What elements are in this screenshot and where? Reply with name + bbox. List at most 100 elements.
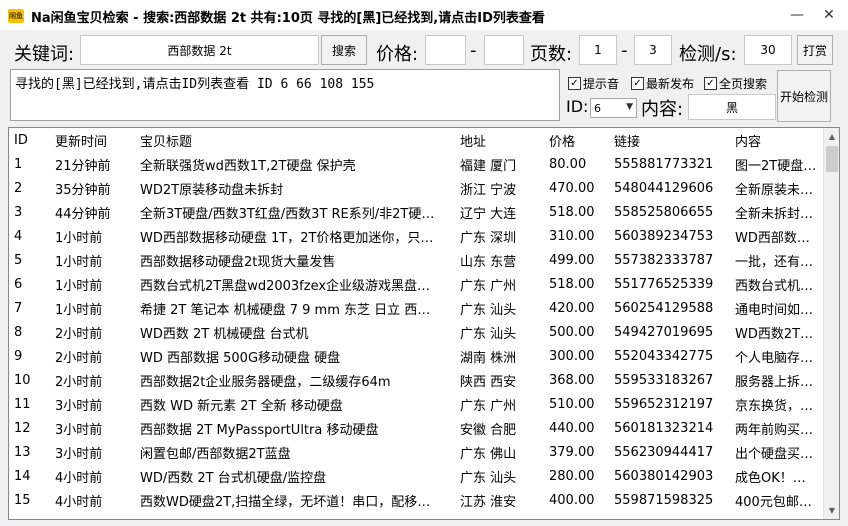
results-table[interactable]: ID 更新时间 宝贝标题 地址 价格 链接 内容 1 21分钟前 全新联强货wd西数… xyxy=(8,127,840,520)
cell-title: WD2T原装移动盘未拆封 xyxy=(140,182,284,198)
minimize-icon[interactable]: — xyxy=(782,0,812,30)
table-row[interactable]: 8 2小时前 WD西数 2T 机械硬盘 台式机 广东 汕头 500.00 54942701… xyxy=(9,320,824,344)
keyword-input[interactable]: 西部数据 2t xyxy=(80,35,319,65)
table-row[interactable]: 5 1小时前 西部数据移动硬盘2t现货大量发售 山东 东营 499.00 55738233… xyxy=(9,248,824,272)
header-content[interactable]: 内容 xyxy=(730,128,824,152)
cell-content: WD西数2T… xyxy=(735,326,814,342)
cell-id: 12 xyxy=(14,420,31,436)
reward-button[interactable]: 打赏 xyxy=(797,35,833,65)
content-input[interactable]: 黑 xyxy=(688,94,776,120)
cell-link: 559652312197 xyxy=(614,396,714,412)
close-icon[interactable]: ✕ xyxy=(814,0,844,30)
cell-time: 1小时前 xyxy=(55,254,103,270)
cell-id: 8 xyxy=(14,324,23,340)
price-separator: - xyxy=(470,40,477,61)
id-label: ID: xyxy=(566,97,589,116)
cell-id: 5 xyxy=(14,252,23,268)
all-pages-label: 全页搜索 xyxy=(719,77,768,91)
vertical-scrollbar[interactable]: ▲ ▼ xyxy=(823,128,839,519)
cell-id: 2 xyxy=(14,180,23,196)
cell-link: 556230944417 xyxy=(614,444,714,460)
cell-time: 1小时前 xyxy=(55,302,103,318)
table-row[interactable]: 7 1小时前 希捷 2T 笔记本 机械硬盘 7 9 mm 东芝 日立 西… 广东 汕头… xyxy=(9,296,824,320)
cell-price: 470.00 xyxy=(549,180,595,196)
table-header-row: ID 更新时间 宝贝标题 地址 价格 链接 内容 xyxy=(9,128,824,152)
cell-id: 6 xyxy=(14,276,23,292)
sound-checkbox[interactable]: ✓ xyxy=(568,77,581,90)
header-link[interactable]: 链接 xyxy=(609,128,730,152)
table-row[interactable]: 11 3小时前 西数 WD 新元素 2T 全新 移动硬盘 广东 广州 510.00 559… xyxy=(9,392,824,416)
cell-id: 14 xyxy=(14,468,31,484)
id-select-value: 6 xyxy=(594,101,601,115)
cell-content: 出个硬盘买… xyxy=(735,446,814,462)
interval-input[interactable]: 30 xyxy=(744,35,792,65)
header-title[interactable]: 宝贝标题 xyxy=(135,128,455,152)
scroll-thumb[interactable] xyxy=(826,146,838,172)
all-pages-checkbox[interactable]: ✓ xyxy=(704,77,717,90)
cell-price: 440.00 xyxy=(549,420,595,436)
cell-title: WD西数 2T 机械硬盘 台式机 xyxy=(140,326,309,342)
cell-id: 10 xyxy=(14,372,31,388)
cell-link: 551776525339 xyxy=(614,276,714,292)
latest-checkbox[interactable]: ✓ xyxy=(631,77,644,90)
sound-option[interactable]: ✓ 提示音 xyxy=(568,75,619,92)
id-select[interactable]: 6 ▼ xyxy=(590,98,637,118)
cell-title: WD 西部数据 500G移动硬盘 硬盘 xyxy=(140,350,341,366)
cell-content: 西数台式机… xyxy=(735,278,814,294)
cell-location: 广东 广州 xyxy=(460,278,517,294)
cell-time: 1小时前 xyxy=(55,278,103,294)
cell-time: 4小时前 xyxy=(55,494,103,510)
all-pages-option[interactable]: ✓ 全页搜索 xyxy=(704,75,767,92)
table-row[interactable]: 4 1小时前 WD西部数据移动硬盘 1T，2T价格更加迷你，只… 广东 深圳 310.0… xyxy=(9,224,824,248)
cell-title: 西部数据 2T MyPassportUltra 移动硬盘 xyxy=(140,422,379,438)
cell-location: 辽宁 大连 xyxy=(460,206,517,222)
scroll-down-icon[interactable]: ▼ xyxy=(824,502,839,519)
page-from-input[interactable]: 1 xyxy=(579,35,617,65)
header-location[interactable]: 地址 xyxy=(455,128,544,152)
cell-title: 西数台式机2T黑盘wd2003fzex企业级游戏黑盘… xyxy=(140,278,431,294)
cell-title: WD西部数据移动硬盘 1T，2T价格更加迷你，只… xyxy=(140,230,434,246)
price-min-input[interactable] xyxy=(425,35,466,65)
latest-option[interactable]: ✓ 最新发布 xyxy=(631,75,694,92)
header-time[interactable]: 更新时间 xyxy=(50,128,135,152)
table-row[interactable]: 13 3小时前 闲置包邮/西部数据2T蓝盘 广东 佛山 379.00 5562309444… xyxy=(9,440,824,464)
cell-content: 一批，还有… xyxy=(735,254,814,270)
table-row[interactable]: 1 21分钟前 全新联强货wd西数1T,2T硬盘 保护壳 福建 厦门 80.00 5558… xyxy=(9,152,824,176)
table-row[interactable]: 6 1小时前 西数台式机2T黑盘wd2003fzex企业级游戏黑盘… 广东 广州 518… xyxy=(9,272,824,296)
table-row[interactable]: 10 2小时前 西部数据2t企业服务器硬盘，二级缓存64m 陕西 西安 368.00 55… xyxy=(9,368,824,392)
window-title: Na闲鱼宝贝检索 - 搜索:西部数据 2t 共有:10页 寻找的[黑]已经找到,… xyxy=(31,11,545,26)
scroll-up-icon[interactable]: ▲ xyxy=(824,128,839,145)
cell-title: 闲置包邮/西部数据2T蓝盘 xyxy=(140,446,291,462)
cell-location: 安徽 合肥 xyxy=(460,422,517,438)
keyword-label: 关键词: xyxy=(14,44,75,65)
cell-price: 420.00 xyxy=(549,300,595,316)
latest-label: 最新发布 xyxy=(646,77,695,91)
cell-link: 560380142903 xyxy=(614,468,714,484)
table-row[interactable]: 9 2小时前 WD 西部数据 500G移动硬盘 硬盘 湖南 株洲 300.00 55204… xyxy=(9,344,824,368)
cell-link: 549427019695 xyxy=(614,324,714,340)
price-max-input[interactable] xyxy=(484,35,524,65)
chevron-down-icon: ▼ xyxy=(626,102,633,112)
table-row[interactable]: 12 3小时前 西部数据 2T MyPassportUltra 移动硬盘 安徽 合肥 4… xyxy=(9,416,824,440)
start-detect-button[interactable]: 开始检测 xyxy=(777,70,831,122)
cell-price: 510.00 xyxy=(549,396,595,412)
table-row[interactable]: 3 44分钟前 全新3T硬盘/西数3T红盘/西数3T RE系列/非2T硬… 辽宁 大连… xyxy=(9,200,824,224)
header-price[interactable]: 价格 xyxy=(544,128,609,152)
cell-id: 13 xyxy=(14,444,31,460)
status-message-box[interactable]: 寻找的[黑]已经找到,请点击ID列表查看 ID 6 66 108 155 xyxy=(10,69,560,121)
price-label: 价格: xyxy=(376,44,419,65)
table-row[interactable]: 2 35分钟前 WD2T原装移动盘未拆封 浙江 宁波 470.00 54804412960… xyxy=(9,176,824,200)
table-row[interactable]: 15 4小时前 西数WD硬盘2T,扫描全绿，无坏道！串口，配移… 江苏 淮安 400.0… xyxy=(9,488,824,512)
search-button[interactable]: 搜索 xyxy=(321,35,367,65)
cell-title: 西数 WD 新元素 2T 全新 移动硬盘 xyxy=(140,398,343,414)
page-to-input[interactable]: 3 xyxy=(634,35,672,65)
cell-location: 广东 佛山 xyxy=(460,446,517,462)
header-id[interactable]: ID xyxy=(9,128,50,152)
cell-id: 9 xyxy=(14,348,23,364)
cell-link: 559871598325 xyxy=(614,492,714,508)
cell-link: 559533183267 xyxy=(614,372,714,388)
cell-price: 500.00 xyxy=(549,324,595,340)
table-row[interactable]: 14 4小时前 WD/西数 2T 台式机硬盘/监控盘 广东 汕头 280.00 56038… xyxy=(9,464,824,488)
cell-title: 西数WD硬盘2T,扫描全绿，无坏道！串口，配移… xyxy=(140,494,431,510)
cell-time: 21分钟前 xyxy=(55,158,111,174)
